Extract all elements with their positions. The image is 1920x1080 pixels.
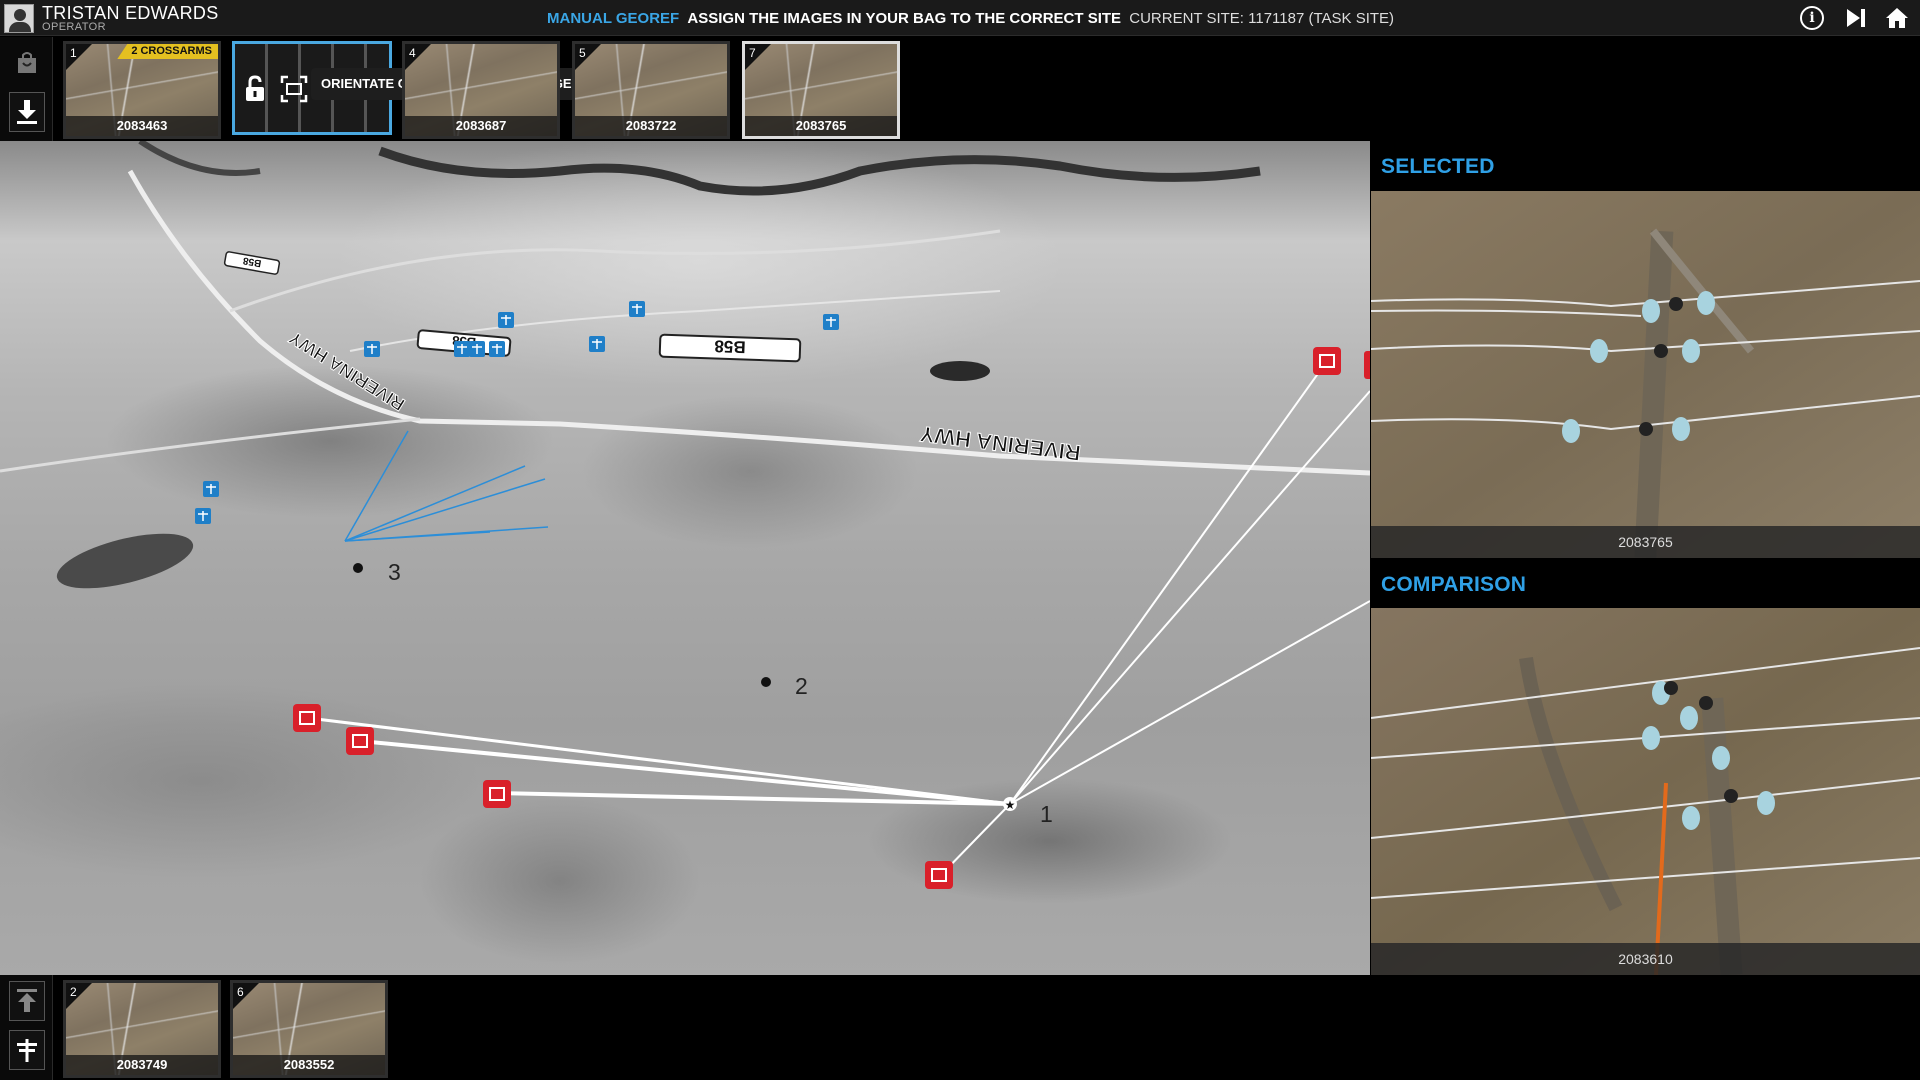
- mode-label: MANUAL GEOREF: [547, 10, 680, 27]
- thumbnail-index: 6: [237, 985, 244, 999]
- frame-camera-icon[interactable]: [279, 74, 309, 104]
- thumbnail-index: 2: [70, 985, 77, 999]
- site-label: 3: [388, 559, 401, 585]
- image-marker[interactable]: [293, 704, 321, 732]
- pole-button[interactable]: [9, 1030, 45, 1070]
- bag-button[interactable]: [9, 43, 45, 83]
- selected-heading: SELECTED: [1381, 155, 1495, 178]
- bag-thumbnail[interactable]: 4 2083687: [402, 41, 560, 139]
- image-marker[interactable]: [483, 780, 511, 808]
- thumbnail-id: 2083463: [66, 116, 218, 136]
- download-icon: [17, 100, 37, 124]
- star-icon: ★: [1005, 798, 1016, 812]
- image-marker[interactable]: [346, 727, 374, 755]
- image-marker[interactable]: [1313, 347, 1341, 375]
- dam: [56, 533, 194, 589]
- site-label: 2: [795, 673, 808, 699]
- crossarms-tag: 2 CROSSARMS: [117, 44, 218, 59]
- thumbnail-id: 2083765: [745, 116, 897, 136]
- pole-markers: [195, 301, 839, 524]
- comparison-heading: COMPARISON: [1381, 573, 1527, 596]
- dam: [930, 361, 990, 381]
- power-pole-icon: [17, 1039, 37, 1062]
- skip-forward-icon: [1847, 9, 1865, 27]
- thumbnail-id: 2083552: [233, 1055, 385, 1075]
- home-icon: [1886, 8, 1908, 28]
- bag-thumbnail-selected[interactable]: 7 2083765: [742, 41, 900, 139]
- thumbnail-index: 7: [749, 46, 756, 60]
- site-marker-1[interactable]: ★ 1: [1003, 797, 1053, 827]
- thumbnail-index: 5: [579, 46, 586, 60]
- site-marker-2[interactable]: 2: [761, 673, 808, 699]
- road-label-b58: B58: [658, 333, 802, 363]
- site-thumbnail[interactable]: 2 2083749: [63, 980, 221, 1078]
- image-marker[interactable]: [925, 861, 953, 889]
- thumbnail-index: 4: [409, 46, 416, 60]
- map-overlay: B58 B58 B58 RIVERINA HWY RIVERINA HWY: [0, 141, 1370, 889]
- terrain-map-view[interactable]: B58 B58 B58 RIVERINA HWY RIVERINA HWY: [0, 141, 1370, 975]
- river: [378, 146, 1261, 196]
- power-pole-photo: [1371, 191, 1920, 558]
- comparison-image[interactable]: 2083610: [1371, 608, 1920, 975]
- unlock-icon[interactable]: [243, 74, 267, 104]
- road-label-b58: B58: [223, 251, 281, 275]
- comparison-image-id: 2083610: [1371, 943, 1920, 975]
- svg-text:B58: B58: [714, 336, 746, 356]
- thumbnail-id: 2083749: [66, 1055, 218, 1075]
- site-thumbnail[interactable]: 6 2083552: [230, 980, 388, 1078]
- thumbnail-index: 1: [70, 46, 77, 60]
- bag-thumbnail[interactable]: 1 2 CROSSARMS 2083463: [63, 41, 221, 139]
- camera-fov-lines: [344, 430, 549, 542]
- info-icon: i: [1800, 6, 1824, 30]
- skip-button[interactable]: [1841, 3, 1871, 33]
- download-button[interactable]: [9, 92, 45, 132]
- user-role: OPERATOR: [42, 21, 106, 33]
- instruction-label: ASSIGN THE IMAGES IN YOUR BAG TO THE COR…: [687, 10, 1122, 27]
- bag-tool-column: [0, 37, 53, 141]
- current-site-label: CURRENT SITE: 1171187 (TASK SITE): [1129, 10, 1395, 27]
- power-pole-photo: [1371, 608, 1920, 975]
- home-button[interactable]: [1882, 3, 1912, 33]
- bag-thumbnail[interactable]: 5 2083722: [572, 41, 730, 139]
- selected-image[interactable]: 2083765: [1371, 191, 1920, 558]
- road-label-riverina-hwy: RIVERINA HWY: [918, 421, 1082, 466]
- bag-icon: [18, 52, 36, 73]
- top-bar: TRISTAN EDWARDS OPERATOR MANUAL GEOREF A…: [0, 0, 1920, 36]
- riverina-hwy-road: [127, 169, 1370, 476]
- user-avatar: [4, 4, 34, 33]
- comparison-panel: SELECTED 2083765 COMPARISON 2083610: [1371, 141, 1920, 975]
- site-marker-3[interactable]: 3: [353, 559, 401, 585]
- header-title: MANUAL GEOREF ASSIGN THE IMAGES IN YOUR …: [547, 10, 1394, 27]
- image-marker[interactable]: [1364, 351, 1370, 379]
- upload-button[interactable]: [9, 981, 45, 1021]
- selected-image-id: 2083765: [1371, 526, 1920, 558]
- upload-icon: [17, 989, 37, 1012]
- assignment-lines: [307, 360, 1370, 877]
- site-label: 1: [1040, 801, 1053, 827]
- info-button[interactable]: i: [1797, 3, 1827, 33]
- thumbnail-id: 2083687: [405, 116, 557, 136]
- thumbnail-id: 2083722: [575, 116, 727, 136]
- site-tool-column: [0, 975, 53, 1080]
